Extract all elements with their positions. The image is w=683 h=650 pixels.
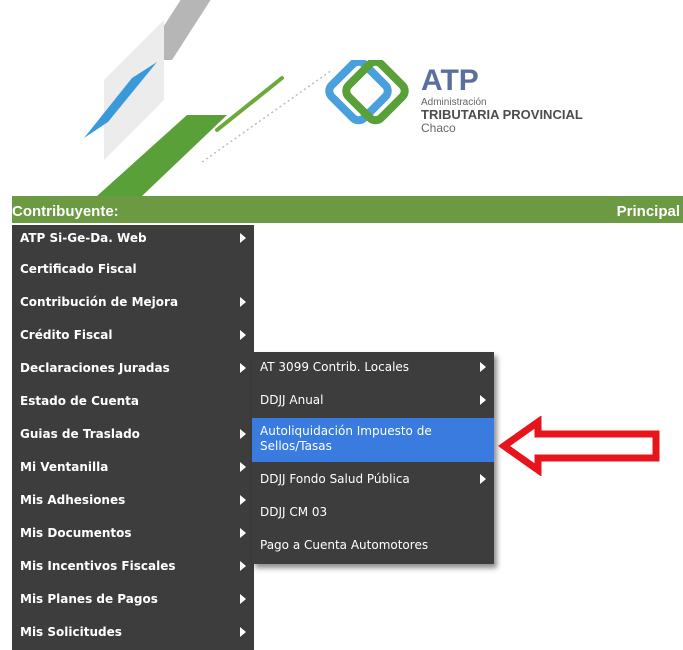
submenu-arrow-icon — [240, 462, 246, 472]
submenu-arrow-icon — [240, 233, 246, 243]
menu-item-mis-documentos[interactable]: Mis Documentos — [12, 518, 254, 549]
atp-logo-text: ATP Administración TRIBUTARIA PROVINCIAL… — [421, 66, 583, 135]
menu-item-contribucion-mejora[interactable]: Contribución de Mejora — [12, 287, 254, 318]
submenu-arrow-icon — [240, 363, 246, 373]
menu-item-label: Mis Documentos — [20, 526, 132, 540]
submenu-item-pago-cuenta-automotores[interactable]: Pago a Cuenta Automotores — [252, 530, 494, 564]
atp-logo-mark-icon — [325, 60, 409, 125]
decor-line-green-thin — [215, 76, 284, 132]
submenu-arrow-icon — [480, 474, 486, 484]
menu-item-label: Guias de Traslado — [20, 427, 140, 441]
menu-item-label: Certificado Fiscal — [20, 262, 137, 276]
logo-line-3: Chaco — [421, 121, 456, 135]
declaraciones-juradas-submenu: AT 3099 Contrib. Locales DDJJ Anual Auto… — [252, 352, 494, 564]
main-menu: ATP Si-Ge-Da. Web Certificado Fiscal Con… — [12, 225, 254, 650]
submenu-arrow-icon — [240, 429, 246, 439]
submenu-arrow-icon — [480, 395, 486, 405]
menu-item-label: AT 3099 Contrib. Locales — [260, 360, 410, 374]
taxpayer-label: Contribuyente: — [12, 203, 119, 220]
page: ATP Administración TRIBUTARIA PROVINCIAL… — [0, 0, 683, 650]
taxpayer-bar: Contribuyente: Principal — [12, 196, 683, 223]
menu-item-label: ATP Si-Ge-Da. Web — [20, 231, 147, 245]
atp-logo: ATP Administración TRIBUTARIA PROVINCIAL… — [320, 60, 640, 160]
submenu-arrow-icon — [480, 362, 486, 372]
menu-item-label: Estado de Cuenta — [20, 394, 139, 408]
submenu-arrow-icon — [240, 594, 246, 604]
submenu-arrow-icon — [240, 297, 246, 307]
menu-item-label: Mis Planes de Pagos — [20, 592, 158, 606]
menu-item-guias-de-traslado[interactable]: Guias de Traslado — [12, 419, 254, 450]
red-callout-arrow-icon — [498, 416, 660, 476]
submenu-arrow-icon — [240, 330, 246, 340]
submenu-item-at3099[interactable]: AT 3099 Contrib. Locales — [252, 352, 494, 383]
menu-item-mis-planes-de-pagos[interactable]: Mis Planes de Pagos — [12, 584, 254, 615]
menu-item-atp-sigeda-web[interactable]: ATP Si-Ge-Da. Web — [12, 225, 254, 252]
menu-item-label: Mis Adhesiones — [20, 493, 126, 507]
menu-item-credito-fiscal[interactable]: Crédito Fiscal — [12, 320, 254, 351]
submenu-arrow-icon — [240, 561, 246, 571]
menu-item-declaraciones-juradas[interactable]: Declaraciones Juradas — [12, 353, 254, 384]
logo-title: ATP — [421, 64, 479, 97]
menu-item-certificado-fiscal[interactable]: Certificado Fiscal — [12, 254, 254, 285]
menu-item-mi-ventanilla[interactable]: Mi Ventanilla — [12, 452, 254, 483]
menu-item-mis-adhesiones[interactable]: Mis Adhesiones — [12, 485, 254, 516]
menu-item-label: Contribución de Mejora — [20, 295, 179, 309]
submenu-item-ddjj-anual[interactable]: DDJJ Anual — [252, 385, 494, 416]
submenu-arrow-icon — [240, 627, 246, 637]
submenu-arrow-icon — [240, 528, 246, 538]
menu-item-label: Pago a Cuenta Automotores — [260, 538, 429, 552]
menu-item-label: DDJJ Fondo Salud Pública — [260, 472, 410, 486]
menu-item-mis-incentivos-fiscales[interactable]: Mis Incentivos Fiscales — [12, 551, 254, 582]
submenu-item-fondo-salud-publica[interactable]: DDJJ Fondo Salud Pública — [252, 464, 494, 495]
menu-item-label: Mi Ventanilla — [20, 460, 109, 474]
submenu-arrow-icon — [240, 495, 246, 505]
menu-item-label: Mis Incentivos Fiscales — [20, 559, 176, 573]
principal-link[interactable]: Principal — [617, 203, 680, 221]
submenu-item-autoliquidacion-sellos[interactable]: Autoliquidación Impuesto de Sellos/Tasas — [252, 418, 494, 462]
menu-item-estado-de-cuenta[interactable]: Estado de Cuenta — [12, 386, 254, 417]
menu-item-label: DDJJ CM 03 — [260, 505, 328, 519]
submenu-item-ddjj-cm03[interactable]: DDJJ CM 03 — [252, 497, 494, 528]
menu-item-label: Declaraciones Juradas — [20, 361, 170, 375]
menu-item-label: Mis Solicitudes — [20, 625, 122, 639]
logo-line-2: TRIBUTARIA PROVINCIAL — [421, 107, 583, 122]
menu-item-mis-solicitudes[interactable]: Mis Solicitudes — [12, 617, 254, 648]
header-banner: ATP Administración TRIBUTARIA PROVINCIAL… — [12, 0, 683, 196]
menu-item-label: Crédito Fiscal — [20, 328, 113, 342]
menu-item-label: DDJJ Anual — [260, 393, 324, 407]
menu-item-label: Autoliquidación Impuesto de Sellos/Tasas — [260, 424, 432, 453]
